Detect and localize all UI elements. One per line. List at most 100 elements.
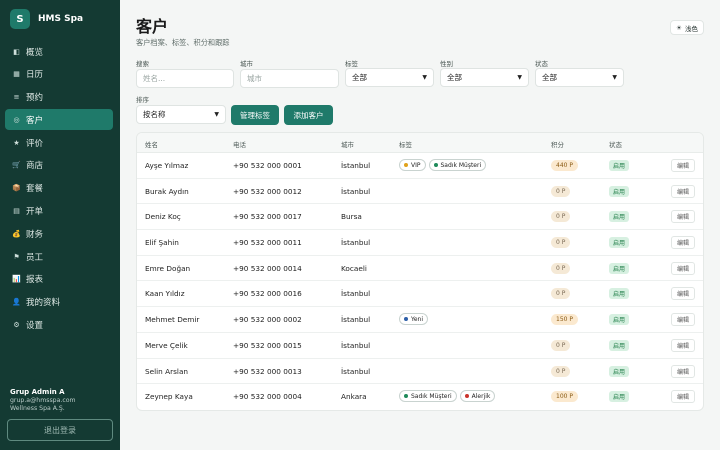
sidebar-item-label: 概览	[26, 47, 44, 58]
customer-phone: +90 532 000 0012	[233, 186, 302, 196]
sidebar-item-label: 开单	[26, 207, 44, 218]
sidebar-item-10[interactable]: 📊 报表	[5, 269, 113, 290]
search-input[interactable]: 姓名...	[136, 69, 234, 88]
sidebar-item-8[interactable]: 💰 财务	[5, 223, 113, 244]
table-row[interactable]: Mehmet Demir +90 532 000 0002 İstanbul Yeni…	[137, 307, 703, 333]
customer-name: Mehmet Demir	[145, 315, 200, 325]
points-badge: 440 P	[551, 160, 578, 171]
customer-city: İstanbul	[341, 238, 371, 248]
customer-phone: +90 532 000 0014	[233, 263, 302, 273]
nav-icon: ◎	[13, 115, 20, 124]
status-badge: 启用	[609, 262, 630, 274]
theme-toggle-button[interactable]: ☀ 浅色	[670, 20, 704, 35]
customer-city: İstanbul	[341, 161, 371, 170]
chevron-down-icon: ▼	[612, 74, 617, 81]
sidebar-item-label: 预约	[26, 93, 44, 104]
logout-button[interactable]: 退出登录	[7, 419, 113, 441]
city-input[interactable]: 城市	[240, 69, 339, 88]
add-customer-button[interactable]: 添加客户	[284, 105, 333, 125]
sidebar-item-6[interactable]: 📦 套餐	[5, 178, 113, 199]
customer-phone: +90 532 000 0002	[233, 315, 302, 325]
tag-dot-icon	[404, 394, 408, 399]
tag-badge: Alerjik	[459, 390, 496, 403]
chevron-down-icon: ▼	[422, 74, 427, 81]
city-label: 城市	[240, 60, 253, 68]
tag-label: Alerjik	[471, 392, 491, 400]
edit-button[interactable]: 编辑	[670, 236, 695, 250]
table-row[interactable]: Elif Şahin +90 532 000 0011 İstanbul 0 P 启用 编…	[137, 230, 703, 256]
tag-label: Sadık Müşteri	[440, 161, 482, 169]
nav-icon: 📊	[12, 275, 21, 284]
edit-button[interactable]: 编辑	[670, 338, 695, 352]
status-filter-label: 状态	[535, 60, 548, 68]
customer-name: Merve Çelik	[145, 340, 188, 350]
sidebar-item-12[interactable]: ⚙ 设置	[5, 315, 113, 336]
status-badge: 启用	[609, 391, 630, 403]
nav-icon: 🛒	[12, 161, 21, 170]
sidebar-item-11[interactable]: 👤 我的资料	[5, 292, 113, 313]
edit-button[interactable]: 编辑	[670, 313, 695, 327]
tag-label: Yeni	[411, 315, 424, 323]
sidebar-item-0[interactable]: ◧ 概览	[5, 41, 113, 62]
sidebar-item-9[interactable]: ⚑ 员工	[5, 246, 113, 267]
sidebar-item-2[interactable]: ≡ 预约	[5, 87, 113, 108]
status-badge: 启用	[609, 237, 630, 249]
nav-icon: 💰	[12, 229, 21, 238]
edit-button[interactable]: 编辑	[670, 364, 695, 378]
customers-table: 姓名 电话 城市 标签 积分 状态 Ayşe Yılmaz +90 532 000…	[136, 132, 704, 411]
customer-name: Burak Aydın	[145, 186, 189, 196]
sidebar: S HMS Spa ◧ 概览 ▦ 日历 ≡ 预约 ◎ 客户 ★ 评价 🛒 商店 📦 套餐 ▤ 开单 💰 财务 ⚑ 员工…	[0, 0, 120, 450]
sidebar-item-1[interactable]: ▦ 日历	[5, 64, 113, 85]
sort-select[interactable]: 按名称 ▼	[136, 105, 226, 124]
sidebar-item-3[interactable]: ◎ 客户	[5, 109, 113, 131]
sidebar-item-label: 日历	[26, 70, 44, 81]
status-filter-select[interactable]: 全部 ▼	[535, 68, 624, 87]
status-filter-value: 全部	[542, 73, 557, 82]
points-badge: 0 P	[551, 262, 571, 274]
header-points: 积分	[551, 141, 564, 149]
table-body: Ayşe Yılmaz +90 532 000 0001 İstanbul VIP Sa…	[137, 153, 703, 410]
customer-phone: +90 532 000 0016	[233, 289, 302, 299]
manage-tags-button[interactable]: 管理标签	[231, 105, 279, 125]
page-title: 客户	[136, 17, 169, 36]
table-row[interactable]: Kaan Yıldız +90 532 000 0016 İstanbul 0 P 启用…	[137, 281, 703, 308]
edit-button[interactable]: 编辑	[670, 210, 695, 224]
edit-button[interactable]: 编辑	[670, 287, 695, 301]
header-phone: 电话	[233, 141, 246, 149]
header-tags: 标签	[399, 141, 412, 149]
edit-button[interactable]: 编辑	[670, 261, 695, 275]
table-row[interactable]: Burak Aydın +90 532 000 0012 İstanbul 0 P 启用…	[137, 179, 703, 205]
nav-icon: ⚙	[13, 321, 20, 330]
sidebar-item-label: 设置	[26, 321, 44, 332]
edit-button[interactable]: 编辑	[670, 184, 695, 198]
sidebar-item-7[interactable]: ▤ 开单	[5, 201, 113, 222]
nav-icon: ★	[13, 138, 20, 147]
nav-icon: 📦	[12, 184, 21, 193]
status-badge: 启用	[609, 288, 630, 300]
customer-city: Ankara	[341, 392, 367, 402]
sidebar-item-label: 财务	[26, 229, 44, 240]
sidebar-item-5[interactable]: 🛒 商店	[5, 155, 113, 176]
edit-button[interactable]: 编辑	[670, 390, 695, 404]
nav-icon: ◧	[13, 47, 20, 56]
table-row[interactable]: Zeynep Kaya +90 532 000 0004 Ankara Sadık M…	[137, 384, 703, 410]
customer-name: Deniz Koç	[145, 212, 181, 222]
sort-label: 排序	[136, 96, 149, 104]
customer-tags: VIP Sadık Müşteri	[399, 159, 487, 171]
edit-button[interactable]: 编辑	[670, 159, 695, 172]
table-row[interactable]: Emre Doğan +90 532 000 0014 Kocaeli 0 P 启用 编辑	[137, 256, 703, 282]
customer-phone: +90 532 000 0015	[233, 340, 302, 350]
table-row[interactable]: Deniz Koç +90 532 000 0017 Bursa 0 P 启用 编辑	[137, 204, 703, 231]
table-row[interactable]: Selin Arslan +90 532 000 0013 İstanbul 0 P 启…	[137, 359, 703, 385]
tag-filter-select[interactable]: 全部 ▼	[345, 68, 434, 87]
table-row[interactable]: Ayşe Yılmaz +90 532 000 0001 İstanbul VIP Sa…	[137, 153, 703, 179]
sidebar-item-4[interactable]: ★ 评价	[5, 132, 113, 153]
nav-icon: ▤	[13, 207, 20, 216]
search-label: 搜索	[136, 60, 149, 68]
points-badge: 0 P	[551, 365, 571, 377]
gender-filter-select[interactable]: 全部 ▼	[440, 68, 529, 87]
brand[interactable]: S HMS Spa	[10, 7, 120, 31]
sun-icon: ☀	[676, 23, 682, 32]
theme-toggle-label: 浅色	[685, 24, 698, 33]
table-row[interactable]: Merve Çelik +90 532 000 0015 İstanbul 0 P 启用…	[137, 333, 703, 359]
